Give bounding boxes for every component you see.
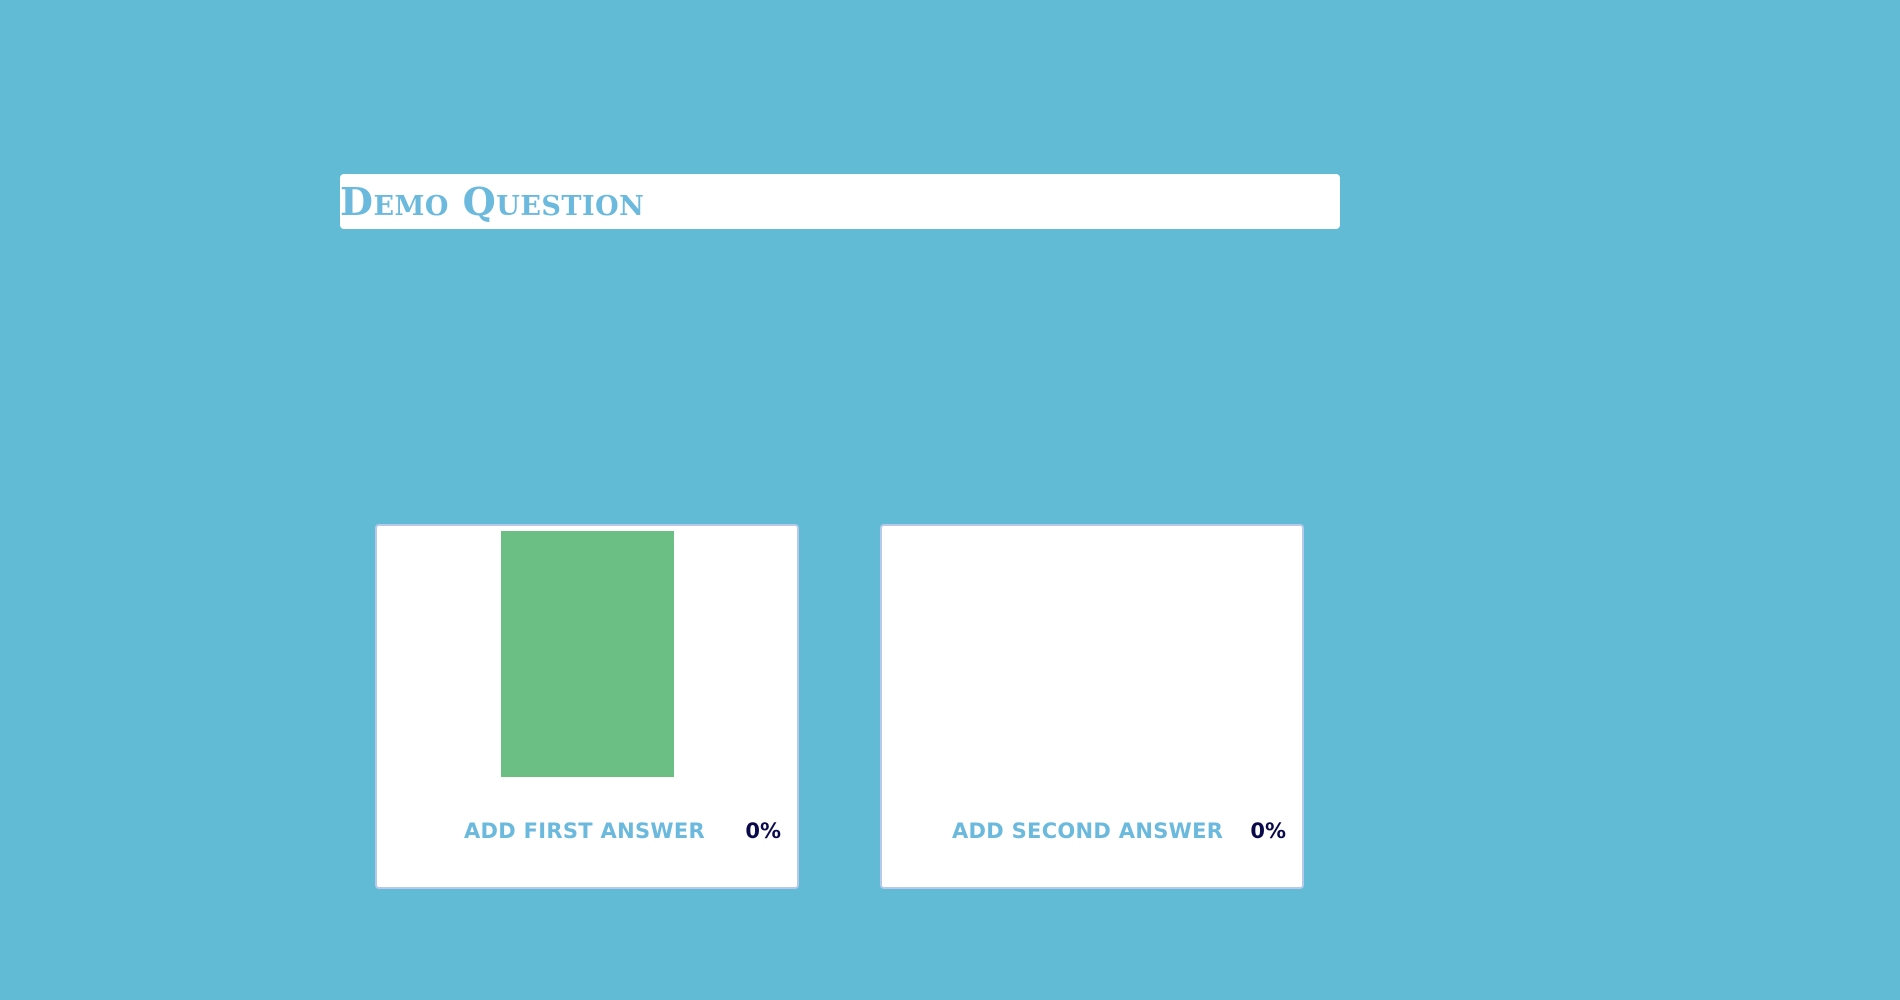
answer-label-first[interactable]: Add first answer (464, 819, 705, 843)
answer-result-bar (501, 531, 674, 777)
answer-card-first[interactable]: Add first answer 0% (375, 524, 799, 889)
answer-card-second[interactable]: Add second answer 0% (880, 524, 1304, 889)
answer-label-second[interactable]: Add second answer (952, 819, 1223, 843)
answer-percent-first: 0% (745, 819, 781, 843)
question-title-bar[interactable]: Demo Question (340, 174, 1340, 229)
answer-percent-second: 0% (1250, 819, 1286, 843)
question-title[interactable]: Demo Question (340, 182, 644, 221)
